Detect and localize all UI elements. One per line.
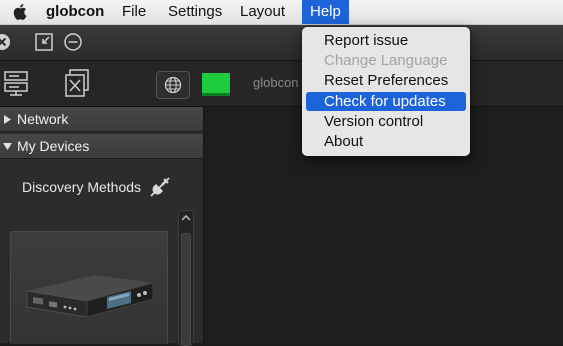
menu-item-label: About [324,133,364,150]
menu-item-label: Version control [324,113,424,130]
menu-item-label: Change Language [324,52,448,69]
sidebar-section-my-devices[interactable]: My Devices [0,134,203,159]
menu-file[interactable]: File [115,0,153,24]
discovery-methods-label: Discovery Methods [22,179,142,195]
globe-button[interactable] [156,71,190,99]
menu-item-about[interactable]: About [306,132,466,151]
menu-help[interactable]: Help [302,0,349,24]
scrollbar-thumb[interactable] [181,233,191,346]
hardware-device-icon [26,275,154,318]
close-document-icon[interactable] [64,68,90,98]
menu-layout[interactable]: Layout [233,0,292,24]
menu-app-globcon[interactable]: globcon [39,0,111,24]
sidebar-section-network[interactable]: Network [0,107,203,132]
minimize-icon[interactable] [63,32,83,52]
close-icon[interactable] [0,32,12,52]
scroll-up-icon[interactable] [182,215,190,221]
sidebar-section-label: My Devices [17,138,90,154]
chevron-right-icon [4,115,11,124]
restore-window-icon[interactable] [34,32,54,52]
menu-item-reset-preferences[interactable]: Reset Preferences [306,71,466,90]
plug-disabled-icon[interactable] [148,175,172,199]
device-list-icon[interactable] [4,69,30,97]
menu-item-report-issue[interactable]: Report issue [306,31,466,50]
menu-item-check-for-updates[interactable]: Check for updates [306,92,466,111]
menu-item-version-control[interactable]: Version control [306,112,466,131]
device-card[interactable] [10,231,168,344]
menu-item-label: Reset Preferences [324,72,449,89]
apple-logo-icon[interactable] [12,3,28,20]
menu-item-change-language: Change Language [306,51,466,70]
sidebar-section-label: Network [17,111,69,127]
window-titlebar [0,25,563,61]
menubar: globcon File Settings Layout Help [0,0,563,25]
menu-item-label: Check for updates [324,93,446,110]
menu-item-label: Report issue [324,32,409,49]
menu-settings[interactable]: Settings [161,0,229,24]
help-dropdown-menu: Report issue Change Language Reset Prefe… [302,27,470,156]
globe-icon [164,76,182,94]
device-status-indicator [202,73,230,96]
chevron-down-icon [3,143,12,150]
device-list-scrollbar[interactable] [178,210,194,346]
sidebar: Network My Devices Discovery Methods [0,107,204,346]
device-name-label: globcon [253,75,299,90]
toolbar: globcon [0,61,563,107]
